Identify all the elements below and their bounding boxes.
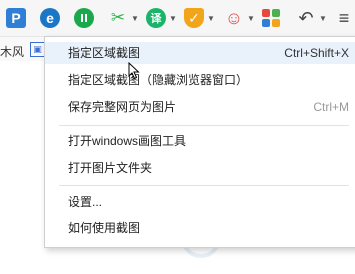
- page-icon[interactable]: ▣: [30, 42, 45, 57]
- ie-browser-icon: e: [40, 8, 60, 28]
- browser-toolbar: P e ✂ ▼ 译 ▼ ✓ ▼ ☺ ▼ ↶ ▼ ≡: [0, 0, 355, 36]
- menu-separator: [59, 185, 349, 186]
- menu-item-label: 指定区域截图（隐藏浏览器窗口）: [68, 73, 249, 87]
- translate-icon: 译: [146, 8, 166, 28]
- menu-item-label: 保存完整网页为图片: [68, 100, 177, 114]
- chevron-down-icon[interactable]: ▼: [319, 14, 327, 23]
- chevron-down-icon[interactable]: ▼: [131, 14, 139, 23]
- menu-item-region-screenshot-hide-window[interactable]: 指定区域截图（隐藏浏览器窗口）: [45, 69, 355, 91]
- ie-browser-button[interactable]: e: [40, 8, 60, 28]
- menu-item-label: 设置...: [68, 195, 103, 209]
- p-app-button[interactable]: P: [6, 8, 26, 28]
- shield-button[interactable]: ✓ ▼: [184, 8, 215, 28]
- scissors-screenshot-icon: ✂: [110, 8, 126, 27]
- menu-item-label: 指定区域截图: [68, 46, 141, 60]
- chevron-down-icon[interactable]: ▼: [169, 14, 177, 23]
- apps-grid-button[interactable]: [262, 8, 280, 28]
- menu-item-label: 打开图片文件夹: [68, 161, 153, 175]
- undo-button[interactable]: ↶ ▼: [296, 7, 327, 28]
- menu-item-shortcut: Ctrl+Shift+X: [284, 46, 349, 60]
- menu-item-save-full-page[interactable]: 保存完整网页为图片 Ctrl+M: [45, 96, 355, 118]
- bookmark-item[interactable]: 木风: [0, 43, 24, 60]
- translate-button[interactable]: 译 ▼: [146, 8, 177, 28]
- main-menu-button[interactable]: ≡: [334, 8, 354, 28]
- menu-separator: [59, 125, 349, 126]
- menu-item-settings[interactable]: 设置...: [45, 191, 355, 213]
- chevron-down-icon[interactable]: ▼: [247, 14, 255, 23]
- p-app-icon: P: [6, 8, 26, 28]
- menu-item-open-paint[interactable]: 打开windows画图工具: [45, 130, 355, 152]
- menu-item-region-screenshot[interactable]: 指定区域截图 Ctrl+Shift+X: [45, 42, 355, 64]
- menu-item-help[interactable]: 如何使用截图: [45, 217, 355, 239]
- menu-item-open-image-folder[interactable]: 打开图片文件夹: [45, 157, 355, 179]
- apps-grid-icon: [262, 9, 280, 27]
- undo-icon: ↶: [298, 7, 314, 28]
- green-circle-button[interactable]: [74, 8, 94, 28]
- mouse-cursor-icon: [128, 62, 140, 80]
- green-circle-icon: [74, 8, 94, 28]
- smiley-icon: ☺: [224, 7, 244, 28]
- menu-item-label: 如何使用截图: [68, 221, 141, 235]
- screenshot-button[interactable]: ✂ ▼: [108, 8, 139, 28]
- chevron-down-icon[interactable]: ▼: [207, 14, 215, 23]
- menu-item-label: 打开windows画图工具: [68, 134, 187, 148]
- screenshot-dropdown-menu: 指定区域截图 Ctrl+Shift+X 指定区域截图（隐藏浏览器窗口） 保存完整…: [44, 36, 355, 248]
- menu-icon: ≡: [338, 7, 350, 28]
- shield-icon: ✓: [184, 8, 204, 28]
- smiley-button[interactable]: ☺ ▼: [224, 8, 255, 28]
- menu-item-shortcut: Ctrl+M: [313, 100, 349, 114]
